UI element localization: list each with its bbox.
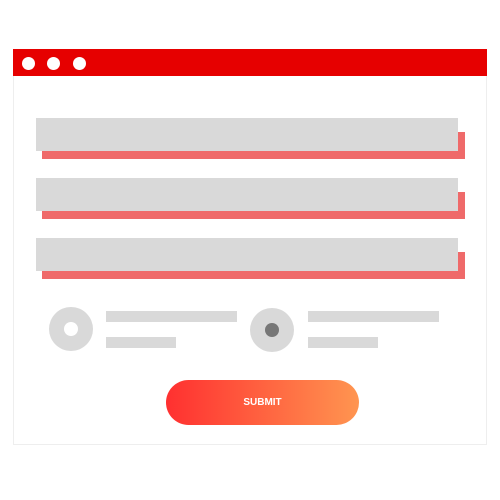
window-dot-icon — [73, 57, 86, 70]
option-sublabel-placeholder — [308, 337, 378, 348]
radio-option-1[interactable] — [49, 307, 93, 351]
option-label-placeholder — [308, 311, 439, 322]
radio-option-2[interactable] — [250, 308, 294, 352]
input-field-2[interactable] — [36, 178, 458, 211]
radio-unselected-icon — [64, 322, 78, 336]
window-dot-icon — [47, 57, 60, 70]
option-sublabel-placeholder — [106, 337, 176, 348]
submit-button[interactable]: SUBMIT — [166, 380, 359, 425]
input-field-1[interactable] — [36, 118, 458, 151]
option-label-placeholder — [106, 311, 237, 322]
window-dot-icon — [22, 57, 35, 70]
radio-selected-icon — [265, 323, 279, 337]
input-field-3[interactable] — [36, 238, 458, 271]
